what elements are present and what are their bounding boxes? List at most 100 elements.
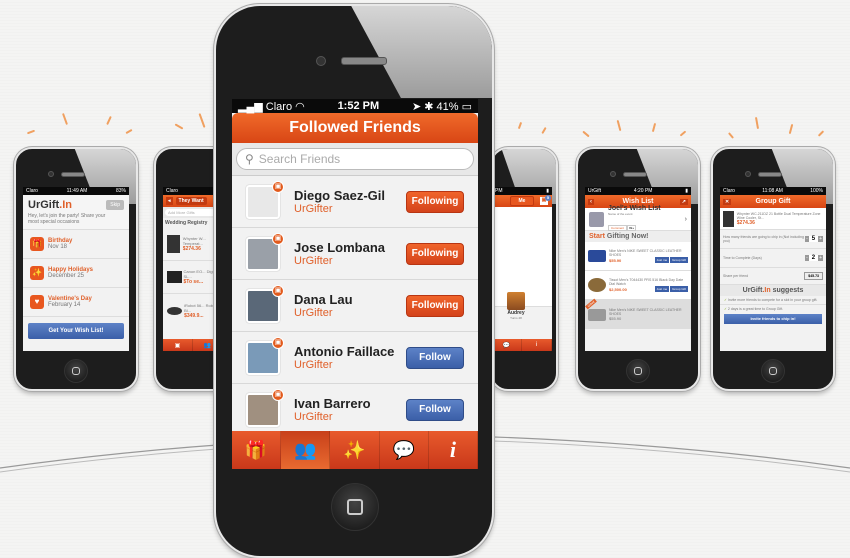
just-me-button[interactable]: Just me [654, 286, 670, 292]
home-button[interactable] [64, 359, 88, 383]
group-gift-button[interactable]: Group Gift [670, 257, 688, 263]
magic-wand-icon[interactable]: ✨ [330, 431, 380, 469]
battery-icon: ▭ [461, 100, 472, 113]
follow-button[interactable]: Follow [406, 346, 464, 369]
friend-row[interactable]: ▣ Dana Lau UrGifter Following [232, 280, 478, 332]
add-gifts-search[interactable]: Add More Gifts [165, 209, 221, 216]
camera [48, 171, 54, 177]
list-item[interactable]: Gifted Nike Men's NIKE SWEET CLASSIC LEAT… [585, 298, 691, 329]
check-icon: ✓ [724, 298, 727, 302]
group-gift-button[interactable]: Group Gift [670, 286, 688, 292]
friend-subtitle: UrGifter [294, 359, 333, 371]
gifted-ribbon: Gifted [585, 298, 597, 310]
info-icon[interactable]: i [429, 431, 478, 469]
occasion-item[interactable]: 🎁 Birthday Nov 18 [23, 230, 129, 259]
gift-badge-icon: ▣ [272, 232, 284, 245]
friend-subtitle: UrGifter [294, 411, 333, 423]
phone-followed-friends: ▂▄▆ Claro ◠ 1:52 PM ➤ ✱ 41% ▭ Followed Fri… [214, 4, 494, 558]
product-image [588, 278, 606, 292]
share-icon[interactable]: ↗ [679, 198, 688, 205]
gift-icon[interactable]: ▣ [163, 339, 193, 351]
tip: ✓ Invite more friends to compete for a s… [720, 296, 826, 305]
skip-button[interactable]: Skip [106, 200, 124, 210]
gift-badge-icon: ▣ [272, 388, 284, 401]
get-wish-list-button[interactable]: Get Your Wish List! [28, 323, 124, 339]
friend-list: ▣ Diego Saez-Gil UrGifter Following ▣ Jose… [232, 176, 478, 436]
tab-me[interactable]: Me [509, 196, 535, 206]
search-input[interactable]: ⚲ Search Friends [236, 148, 474, 170]
gift-icon: 🎁 [30, 237, 44, 251]
gift-badge-icon: ▣ [272, 284, 284, 297]
increment-button[interactable]: + [818, 255, 823, 261]
speaker [341, 57, 387, 65]
home-button[interactable] [331, 483, 379, 531]
back-button[interactable]: ‹ [588, 198, 594, 205]
chat-icon[interactable]: 💬 [492, 339, 522, 351]
avatar: ▣ [246, 336, 284, 375]
search-icon: ⚲ [245, 152, 254, 166]
following-button[interactable]: Following [406, 242, 464, 265]
follow-button[interactable]: Follow [406, 398, 464, 421]
friend-audrey[interactable]: Audrey Turns 28 [507, 292, 525, 320]
friend-row[interactable]: ▣ Antonio Faillace UrGifter Follow [232, 332, 478, 384]
friend-name: Ivan Barrero [294, 396, 371, 411]
tab-they-want[interactable]: They Want [175, 197, 207, 205]
back-icon[interactable]: ◂ [166, 197, 173, 205]
tip: ✓ 2 days is a great time to Group Gift. [724, 307, 784, 311]
product-image [167, 235, 180, 253]
just-me-button[interactable]: Just me [654, 257, 670, 263]
avatar: ▣ [246, 388, 284, 427]
me-screen: PM ▮ Me ▣ 5 Audrey Turns 28 💬 i [492, 187, 552, 351]
friend-row[interactable]: ▣ Ivan Barrero UrGifter Follow [232, 384, 478, 436]
friend-name: Jose Lombana [294, 240, 386, 255]
home-button[interactable] [626, 359, 650, 383]
friend-name: Dana Lau [294, 292, 353, 307]
wishlist-screen: UrGift 4:20 PM ▮ ‹ Wish List ↗ Joel's Wish L… [585, 187, 691, 351]
chevron-right-icon[interactable]: › [685, 216, 687, 223]
welcome-screen: Claro 11:49 AM 83% UrGift.In Skip Hey, let… [23, 187, 129, 351]
invite-friends-button[interactable]: Invite friends to chip in! [724, 314, 822, 324]
comment-button[interactable]: Comment [608, 224, 628, 231]
friend-name: Diego Saez-Gil [294, 188, 386, 203]
avatar [507, 292, 525, 310]
avatar: ▣ [246, 180, 284, 219]
close-button[interactable]: ✕ [723, 198, 732, 205]
chat-icon[interactable]: 💬 [380, 431, 429, 469]
friend-name: Antonio Faillace [294, 344, 395, 359]
following-button[interactable]: Following [406, 190, 464, 213]
following-button[interactable]: Following [406, 294, 464, 317]
friend-subtitle: UrGifter [294, 203, 333, 215]
increment-button[interactable]: + [818, 236, 823, 242]
notification-badge: 5 [545, 195, 551, 201]
status-bar: ▂▄▆ Claro ◠ 1:52 PM ➤ ✱ 41% ▭ [232, 99, 478, 113]
speaker [61, 172, 85, 177]
phone-wishlist: UrGift 4:20 PM ▮ ‹ Wish List ↗ Joel's Wish L… [576, 147, 700, 391]
friend-row[interactable]: ▣ Diego Saez-Gil UrGifter Following [232, 176, 478, 228]
friend-subtitle: UrGifter [294, 255, 333, 267]
occasion-item[interactable]: ✨ Happy Holidays December 25 [23, 259, 129, 288]
camera [316, 56, 326, 66]
avatar: ▣ [246, 232, 284, 271]
followed-friends-screen: ▂▄▆ Claro ◠ 1:52 PM ➤ ✱ 41% ▭ Followed Fri… [232, 99, 478, 469]
magic-wand-icon: ✨ [30, 266, 44, 280]
phone-welcome: Claro 11:49 AM 83% UrGift.In Skip Hey, let… [14, 147, 138, 391]
occasion-item[interactable]: ♥ Valentine's Day February 14 [23, 288, 129, 317]
home-button[interactable] [761, 359, 785, 383]
friend-row[interactable]: ▣ Jose Lombana UrGifter Following [232, 228, 478, 280]
phone-me: PM ▮ Me ▣ 5 Audrey Turns 28 💬 i [490, 147, 558, 391]
gift-icon[interactable]: 🎁 [232, 431, 282, 469]
days-stepper[interactable]: 2 [808, 255, 819, 261]
info-icon[interactable]: i [522, 339, 552, 351]
occasion-list: 🎁 Birthday Nov 18 ✨ Happy Holidays December … [23, 230, 129, 317]
friend-subtitle: UrGifter [294, 307, 333, 319]
group-gift-screen: Claro 11:08 AM 100% ✕ Group Gift Whynter WC… [720, 187, 826, 351]
check-icon: ✓ [724, 307, 727, 311]
list-item[interactable]: Nike Men's NIKE SWEET CLASSIC LEATHER SH… [585, 242, 691, 271]
gift-badge-icon: ▣ [272, 180, 284, 193]
friends-stepper[interactable]: 5 [808, 236, 819, 242]
list-item[interactable]: Tissot Men's T044430 PRS 516 Black Day D… [585, 271, 691, 300]
product-image [588, 308, 606, 321]
phone-group-gift: Claro 11:08 AM 100% ✕ Group Gift Whynter WC… [711, 147, 835, 391]
tab-bar: 🎁 👥 ✨ 💬 i [232, 431, 478, 469]
people-icon[interactable]: 👥 [281, 431, 331, 469]
